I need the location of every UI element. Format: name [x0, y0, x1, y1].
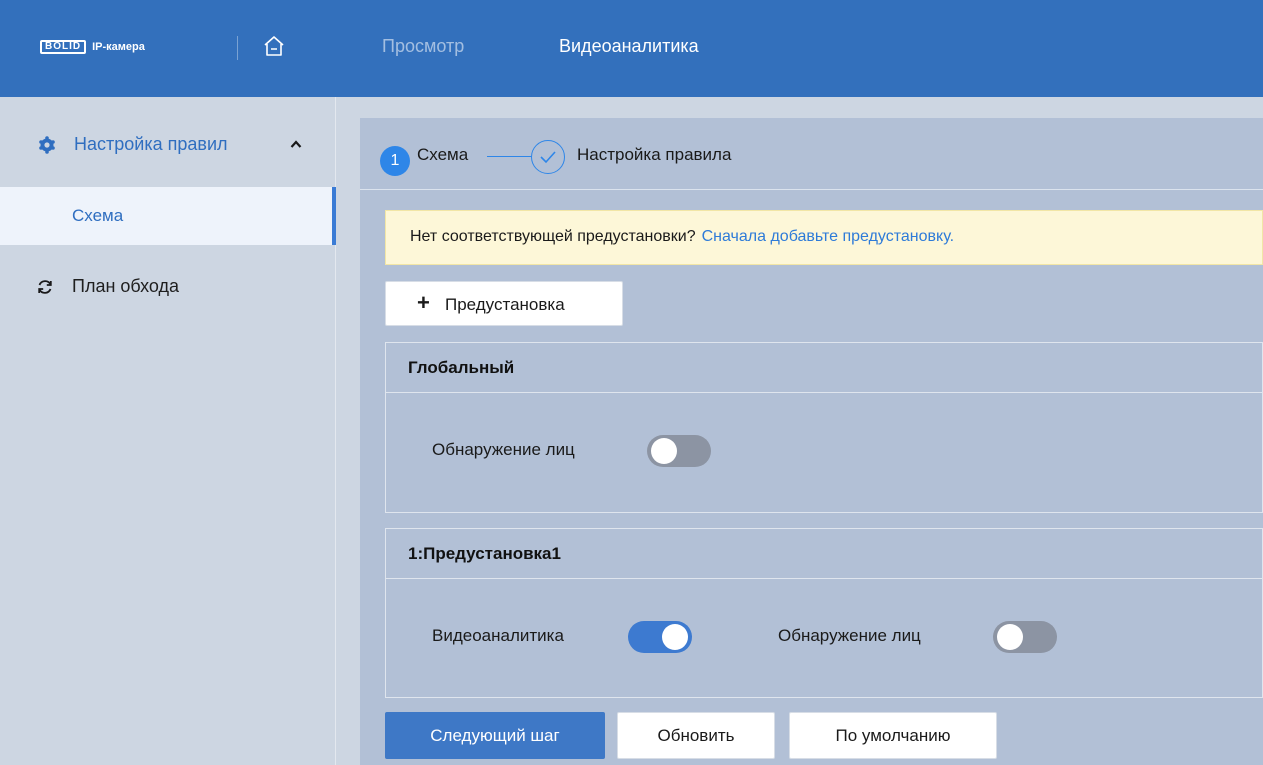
sidebar-item-patrol-plan[interactable]: План обхода: [0, 265, 336, 309]
refresh-icon: [38, 280, 52, 294]
refresh-button[interactable]: Обновить: [617, 712, 775, 759]
plus-icon: +: [417, 290, 430, 315]
step-label-rule-settings: Настройка правила: [577, 145, 732, 164]
face-detection-toggle-global[interactable]: [647, 435, 711, 467]
card-header: Глобальный: [386, 343, 1262, 393]
sidebar-item-label: План обхода: [72, 276, 180, 296]
toggle-knob: [997, 624, 1023, 650]
card-header: 1:Предустановка1: [386, 529, 1262, 579]
sidebar-item-scheme[interactable]: Схема: [0, 187, 336, 245]
global-card: Глобальный Обнаружение лиц: [385, 342, 1263, 513]
face-detection-label: Обнаружение лиц: [432, 440, 575, 459]
next-step-button[interactable]: Следующий шаг: [385, 712, 605, 759]
step-indicator: 1 Схема Настройка правила: [360, 118, 1263, 190]
card-title: Глобальный: [408, 358, 515, 377]
toggle-knob: [662, 624, 688, 650]
notice-text: Нет соответствующей предустановки? Сначал…: [410, 228, 955, 245]
toggle-knob: [651, 438, 677, 464]
step-check-badge: [531, 140, 565, 174]
top-bar: BOLID IP-камера Просмотр Видеоаналитика: [0, 0, 1263, 97]
logo-text: IP-камера: [92, 41, 145, 53]
step-label-scheme: Схема: [417, 145, 469, 164]
sidebar-group-rule-settings[interactable]: Настройка правил: [0, 119, 336, 171]
header-divider: [237, 36, 238, 60]
face-detection-label: Обнаружение лиц: [778, 626, 921, 645]
brand-logo: BOLID IP-камера: [40, 38, 145, 56]
main-panel: 1 Схема Настройка правила Нет соответств…: [360, 118, 1263, 765]
sidebar: Настройка правил Схема План обхода: [0, 97, 336, 765]
home-icon[interactable]: [262, 34, 286, 58]
nav-tab-preview[interactable]: Просмотр: [382, 36, 464, 57]
video-analytics-toggle[interactable]: [628, 621, 692, 653]
nav-tab-video-analytics[interactable]: Видеоаналитика: [559, 36, 699, 57]
sidebar-item-label: Схема: [72, 206, 124, 225]
settings-gear-icon: [39, 136, 55, 154]
add-preset-link[interactable]: Сначала добавьте предустановку.: [702, 228, 954, 245]
notice-banner: Нет соответствующей предустановки? Сначал…: [385, 210, 1263, 265]
video-analytics-label: Видеоаналитика: [432, 626, 564, 645]
card-title: 1:Предустановка1: [408, 544, 561, 563]
step-number-badge: 1: [380, 146, 410, 176]
sidebar-group-label: Настройка правил: [74, 134, 228, 154]
add-preset-label: Предустановка: [445, 295, 565, 314]
step-connector: [487, 156, 532, 157]
add-preset-button[interactable]: + Предустановка: [385, 281, 623, 326]
chevron-up-icon: [290, 140, 302, 148]
default-button[interactable]: По умолчанию: [789, 712, 997, 759]
preset-card: 1:Предустановка1 Видеоаналитика Обнаруже…: [385, 528, 1263, 698]
check-icon: [540, 151, 556, 164]
face-detection-toggle-preset[interactable]: [993, 621, 1057, 653]
logo-mark: BOLID: [40, 40, 87, 54]
